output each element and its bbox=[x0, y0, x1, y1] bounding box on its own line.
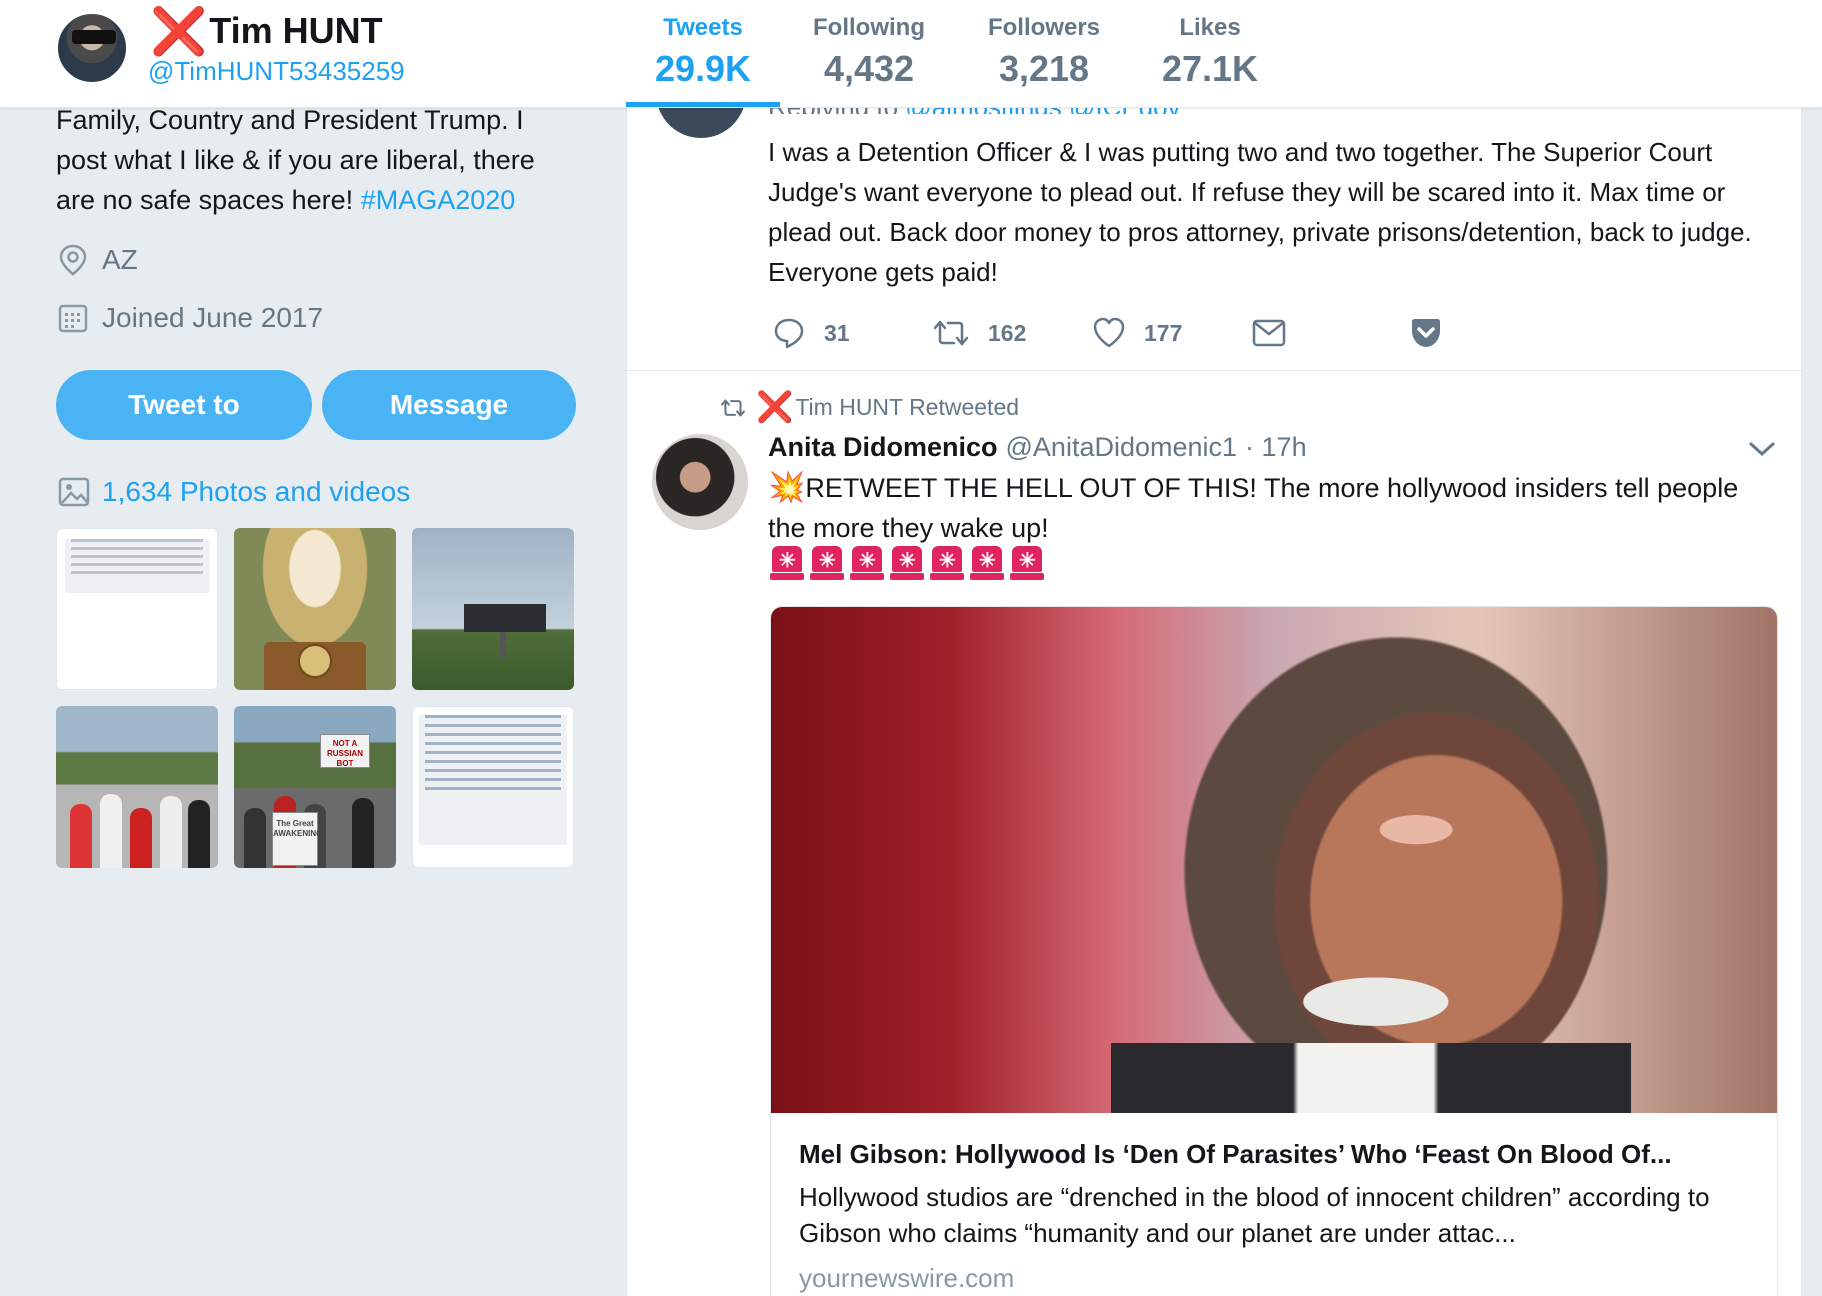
police-siren-icon: ✳ bbox=[890, 546, 924, 580]
photos-videos-label: 1,634 Photos and videos bbox=[102, 476, 411, 507]
joined-row: Joined June 2017 bbox=[58, 302, 323, 334]
stat-value: 29.9K bbox=[654, 48, 752, 89]
tweet-actions: 31 162 177 bbox=[772, 316, 1460, 350]
stat-value: 27.1K bbox=[1161, 48, 1259, 89]
link-card-domain: yournewswire.com bbox=[799, 1263, 1015, 1293]
tweet-author-avatar[interactable] bbox=[652, 434, 748, 530]
tweet-header: Anita Didomenico @AnitaDidomenic1 · 17h bbox=[768, 432, 1307, 463]
reply-button[interactable]: 31 bbox=[772, 316, 932, 350]
stat-value: 4,432 bbox=[823, 48, 915, 89]
siren-emoji-row: ✳ ✳ ✳ ✳ ✳ ✳ ✳ bbox=[770, 546, 1050, 580]
stat-label: Followers bbox=[987, 14, 1101, 41]
bio-hashtag[interactable]: #MAGA2020 bbox=[361, 185, 516, 215]
tweet-body: RETWEET THE HELL OUT OF THIS! The more h… bbox=[768, 473, 1739, 543]
reply-count: 31 bbox=[824, 319, 850, 346]
x-mark-emoji: ❌ bbox=[150, 5, 208, 57]
tweet-timestamp[interactable]: · 17h bbox=[1245, 432, 1307, 463]
author-handle[interactable]: @AnitaDidomenic1 bbox=[1006, 432, 1238, 463]
stat-label: Likes bbox=[1179, 14, 1241, 41]
heart-icon bbox=[1093, 317, 1125, 348]
police-siren-icon: ✳ bbox=[810, 546, 844, 580]
mail-icon bbox=[1252, 319, 1286, 347]
calendar-icon bbox=[58, 304, 88, 333]
thumbnail-sign: The Great AWAKENING bbox=[272, 812, 322, 866]
media-thumbnail[interactable] bbox=[234, 528, 396, 690]
police-siren-icon: ✳ bbox=[850, 546, 884, 580]
stat-value: 3,218 bbox=[998, 48, 1090, 89]
author-name[interactable]: Anita Didomenico bbox=[768, 432, 998, 463]
tweet-divider bbox=[627, 370, 1801, 371]
retweet-count: 162 bbox=[988, 319, 1027, 346]
stat-following[interactable]: Following 4,432 bbox=[800, 14, 938, 90]
photo-icon bbox=[58, 477, 90, 507]
location-row: AZ bbox=[58, 244, 138, 276]
retweet-context: ❌ Tim HUNT Retweeted bbox=[720, 390, 1019, 425]
stat-followers[interactable]: Followers 3,218 bbox=[976, 14, 1112, 90]
profile-name[interactable]: ❌ Tim HUNT bbox=[150, 8, 383, 54]
link-card-description: Hollywood studios are “drenched in the b… bbox=[799, 1182, 1710, 1248]
retweeted-by-label[interactable]: Tim HUNT Retweeted bbox=[795, 394, 1019, 421]
photos-videos-link[interactable]: 1,634 Photos and videos bbox=[58, 476, 410, 508]
retweet-button[interactable]: 162 bbox=[932, 318, 1092, 348]
x-mark-emoji: ❌ bbox=[756, 391, 794, 424]
location-pin-icon bbox=[59, 244, 87, 276]
media-thumbnail[interactable] bbox=[56, 528, 218, 690]
police-siren-icon: ✳ bbox=[970, 546, 1004, 580]
pocket-icon bbox=[1412, 319, 1440, 347]
retweet-icon bbox=[933, 320, 969, 346]
profile-bio: Family, Country and President Trump. I p… bbox=[56, 100, 576, 220]
media-thumbnail[interactable] bbox=[56, 706, 218, 868]
police-siren-icon: ✳ bbox=[930, 546, 964, 580]
like-button[interactable]: 177 bbox=[1092, 317, 1252, 349]
police-siren-icon: ✳ bbox=[1010, 546, 1044, 580]
chevron-down-icon bbox=[1749, 442, 1775, 457]
stat-label: Tweets bbox=[663, 14, 743, 41]
tweet-text: I was a Detention Officer & I was puttin… bbox=[768, 137, 1752, 287]
direct-message-button[interactable] bbox=[1252, 319, 1410, 347]
pocket-button[interactable] bbox=[1410, 318, 1460, 348]
link-card-title: Mel Gibson: Hollywood Is ‘Den Of Parasit… bbox=[799, 1139, 1672, 1169]
avatar[interactable] bbox=[56, 12, 128, 84]
media-thumbnail[interactable] bbox=[412, 706, 574, 868]
link-card[interactable]: Mel Gibson: Hollywood Is ‘Den Of Parasit… bbox=[770, 606, 1778, 1296]
police-siren-icon: ✳ bbox=[770, 546, 804, 580]
retweet-icon bbox=[721, 398, 745, 417]
tweet-to-button[interactable]: Tweet to bbox=[56, 370, 312, 440]
profile-nav-bar: ❌ Tim HUNT @TimHUNT53435259 Tweets 29.9K… bbox=[0, 0, 1822, 108]
active-tab-underline bbox=[626, 102, 780, 107]
joined-text: Joined June 2017 bbox=[102, 302, 324, 333]
tweet-menu-button[interactable] bbox=[1748, 440, 1776, 463]
collision-icon: 💥 bbox=[768, 471, 806, 504]
location-text: AZ bbox=[102, 244, 138, 275]
tweet-text: 💥RETWEET THE HELL OUT OF THIS! The more … bbox=[768, 468, 1768, 548]
stat-tweets[interactable]: Tweets 29.9K bbox=[640, 14, 766, 90]
like-count: 177 bbox=[1144, 319, 1183, 346]
media-thumbnail[interactable]: NOT A RUSSIAN BOT The Great AWAKENING bbox=[234, 706, 396, 868]
stat-likes[interactable]: Likes 27.1K bbox=[1154, 14, 1266, 90]
message-button[interactable]: Message bbox=[322, 370, 576, 440]
stat-label: Following bbox=[813, 14, 925, 41]
profile-name-text: Tim HUNT bbox=[209, 10, 383, 51]
profile-handle[interactable]: @TimHUNT53435259 bbox=[148, 56, 405, 87]
reply-icon bbox=[774, 318, 804, 349]
thumbnail-sign: NOT A RUSSIAN BOT bbox=[320, 734, 370, 768]
link-card-image bbox=[771, 607, 1777, 1113]
media-thumbnail[interactable] bbox=[412, 528, 574, 690]
